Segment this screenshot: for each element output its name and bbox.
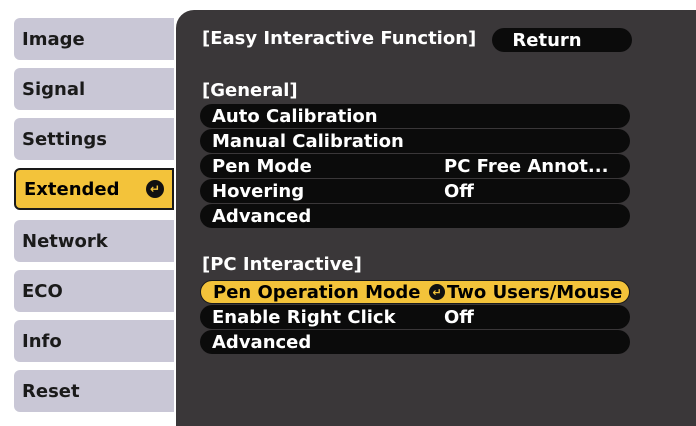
tab-label: Reset — [22, 380, 80, 402]
tab-network[interactable]: Network — [14, 220, 174, 262]
item-value: Two Users/Mouse — [447, 281, 623, 303]
item-value: PC Free Annot... — [444, 155, 609, 177]
item-label: Advanced — [212, 331, 312, 353]
tab-label: Extended — [24, 178, 120, 200]
tab-signal[interactable]: Signal — [14, 68, 174, 110]
tab-label: Settings — [22, 128, 107, 150]
menu-item-pen-operation-mode[interactable]: Pen Operation Mode ↵ Two Users/Mouse — [200, 280, 630, 304]
menu-item-hovering[interactable]: Hovering Off — [200, 179, 630, 203]
enter-icon: ↵ — [146, 180, 164, 198]
tab-extended[interactable]: Extended ↵ — [14, 168, 174, 210]
menu-item-auto-calibration[interactable]: Auto Calibration — [200, 104, 630, 128]
item-value: Off — [444, 306, 474, 328]
item-label: Hovering — [212, 180, 305, 202]
tab-image[interactable]: Image — [14, 18, 174, 60]
item-label: Advanced — [212, 205, 312, 227]
menu-tabs: Image Signal Settings Extended ↵ Network… — [0, 0, 180, 426]
page-title: [Easy Interactive Function] — [202, 28, 477, 49]
item-label: Pen Operation Mode — [213, 281, 421, 303]
return-button[interactable]: Return — [492, 28, 632, 52]
tab-label: ECO — [22, 280, 63, 302]
settings-panel: [Easy Interactive Function] Return [Gene… — [176, 10, 696, 426]
section-title-general: [General] — [202, 80, 298, 101]
item-label: Auto Calibration — [212, 105, 378, 127]
tab-eco[interactable]: ECO — [14, 270, 174, 312]
item-label: Manual Calibration — [212, 130, 404, 152]
tab-label: Info — [22, 330, 62, 352]
tab-label: Network — [22, 230, 108, 252]
tab-label: Signal — [22, 78, 86, 100]
menu-item-advanced-pc-interactive[interactable]: Advanced — [200, 330, 630, 354]
item-label: Pen Mode — [212, 155, 312, 177]
item-label: Enable Right Click — [212, 306, 396, 328]
menu-item-manual-calibration[interactable]: Manual Calibration — [200, 129, 630, 153]
enter-icon: ↵ — [429, 284, 445, 300]
return-label: Return — [512, 29, 582, 51]
menu-item-advanced-general[interactable]: Advanced — [200, 204, 630, 228]
item-value: Off — [444, 180, 474, 202]
tab-label: Image — [22, 28, 85, 50]
tab-info[interactable]: Info — [14, 320, 174, 362]
menu-item-pen-mode[interactable]: Pen Mode PC Free Annot... — [200, 154, 630, 178]
tab-settings[interactable]: Settings — [14, 118, 174, 160]
section-title-pc-interactive: [PC Interactive] — [202, 254, 362, 275]
menu-item-enable-right-click[interactable]: Enable Right Click Off — [200, 305, 630, 329]
tab-reset[interactable]: Reset — [14, 370, 174, 412]
